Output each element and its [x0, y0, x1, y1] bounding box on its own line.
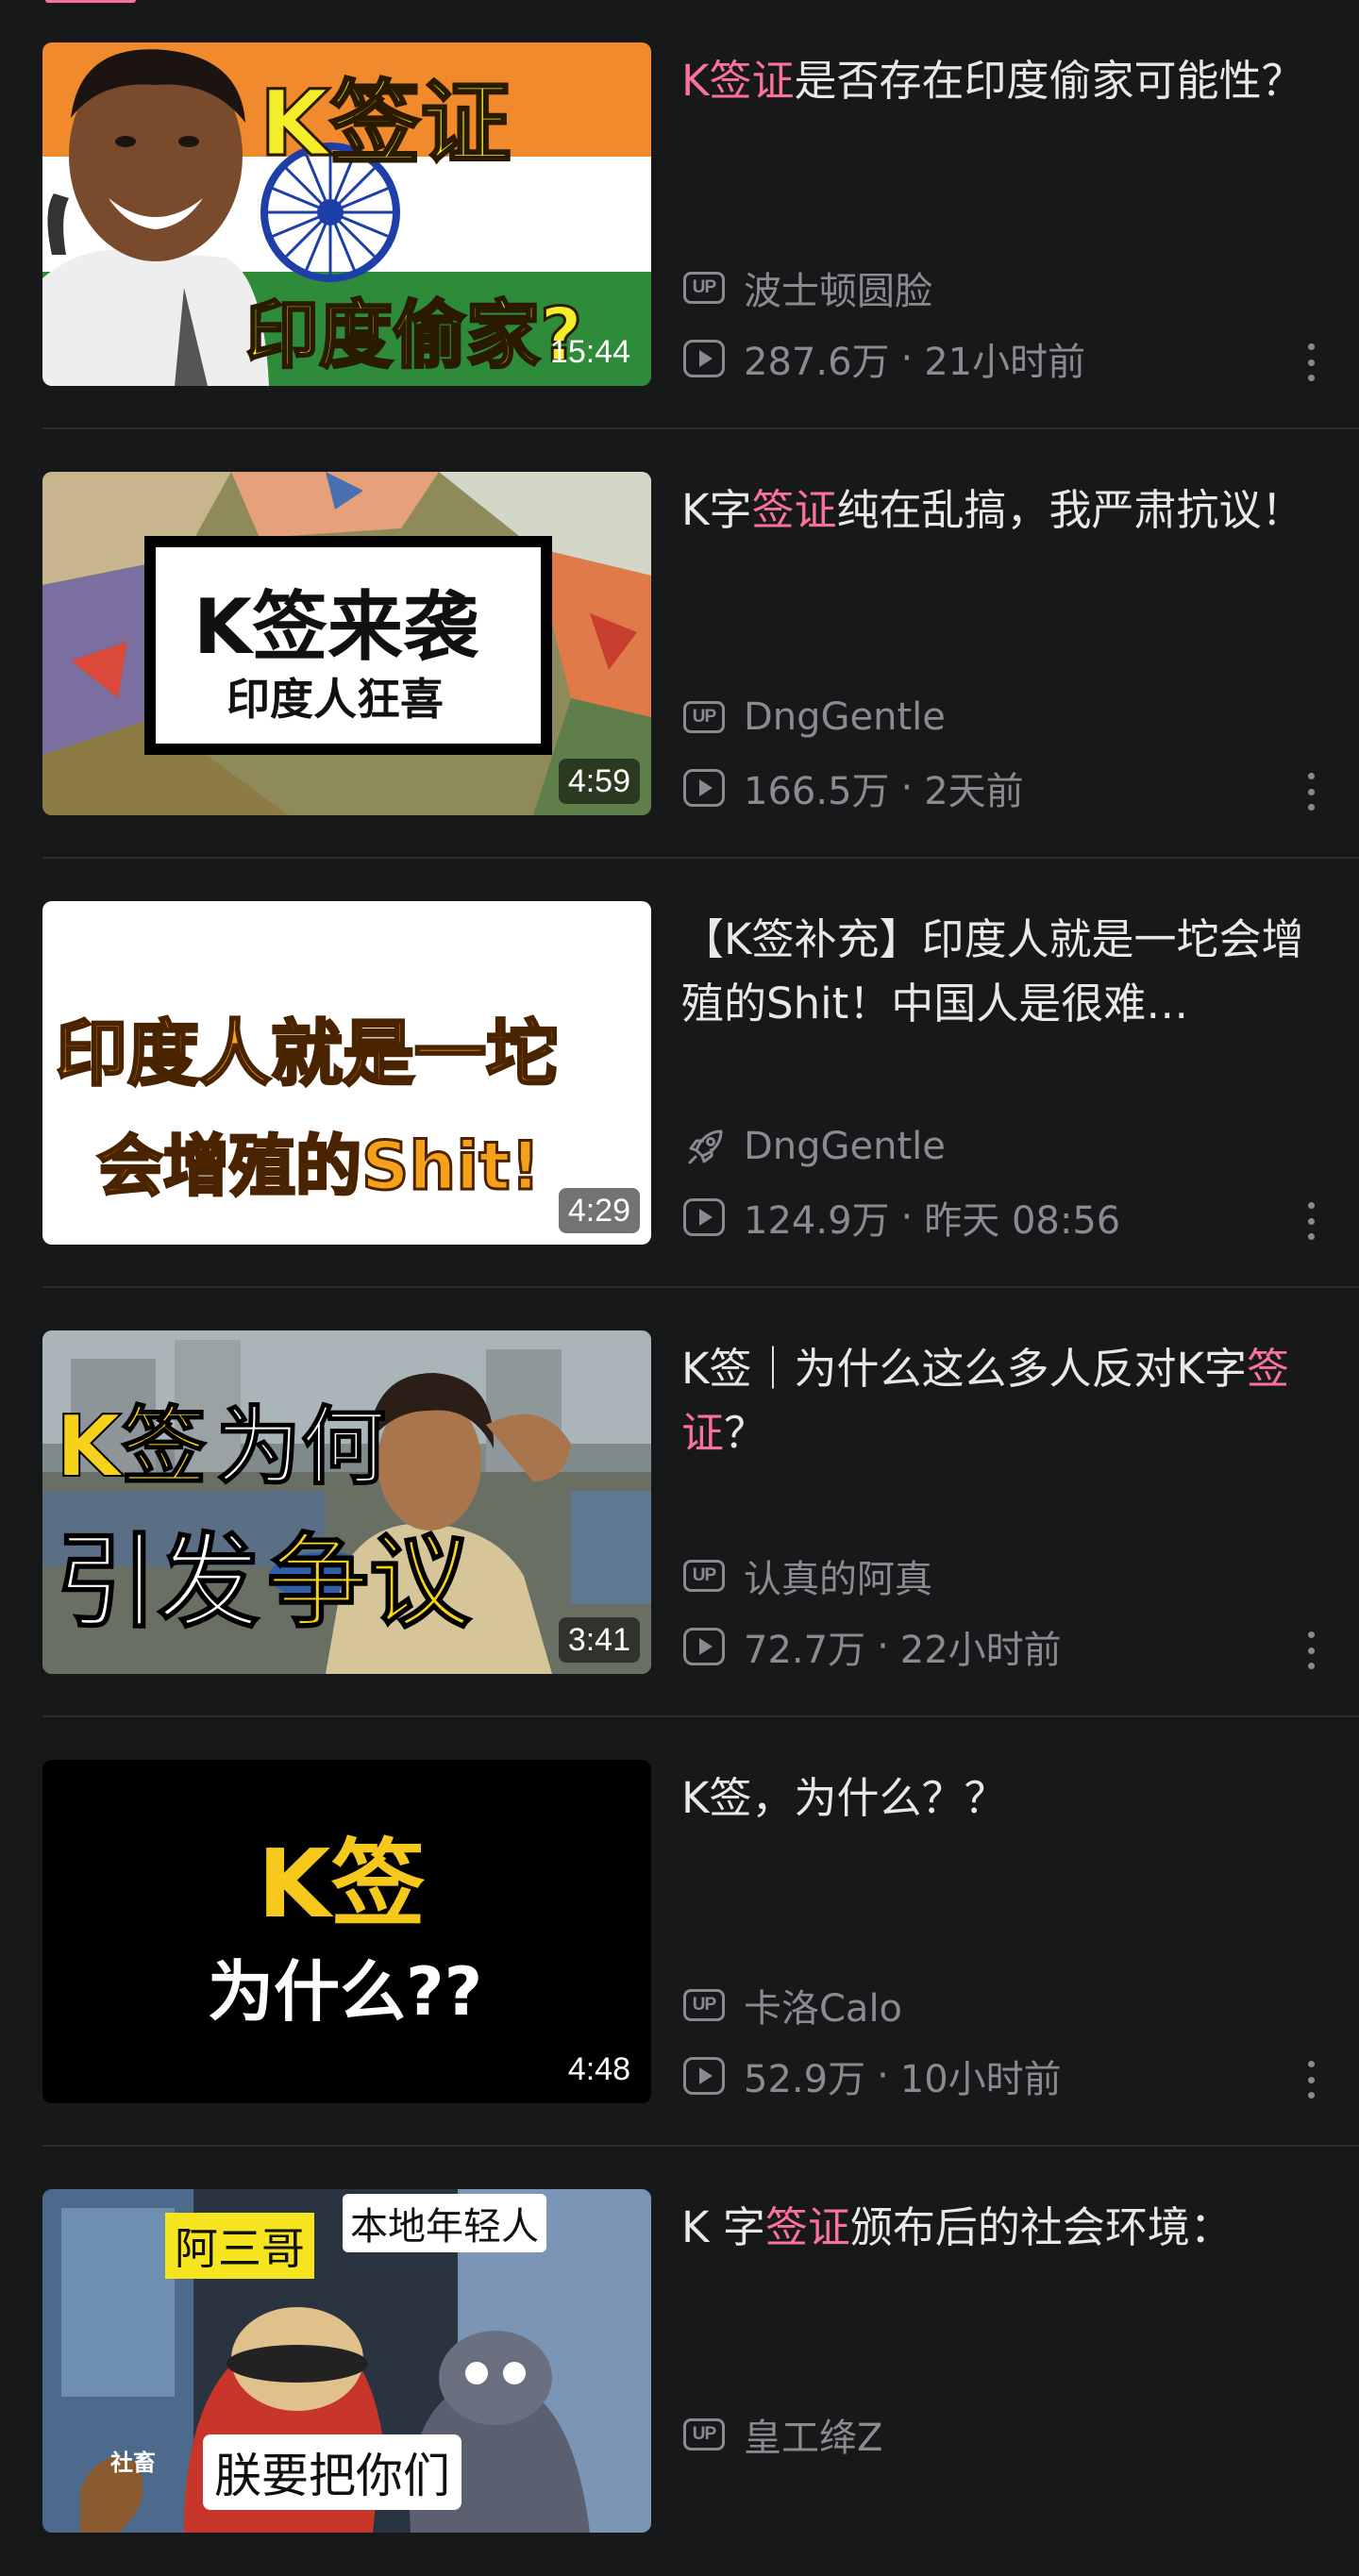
publish-time: 21小时前 — [924, 341, 1086, 384]
video-duration: 4:59 — [558, 759, 640, 804]
video-thumbnail[interactable]: K签 为何 引发 争议 3:41 — [42, 1330, 651, 1674]
uploader-row[interactable]: UP 皇工绛Z — [683, 2412, 882, 2460]
play-count-icon — [683, 1198, 725, 1236]
video-thumbnail[interactable]: 阿三哥 本地年轻人 朕要把你们 社畜 — [42, 2189, 651, 2533]
uploader-name: 认真的阿真 — [744, 1558, 932, 1601]
video-title[interactable]: K签证是否存在印度偷家可能性？ — [681, 49, 1323, 113]
up-icon: UP — [683, 1989, 725, 2021]
uploader-row[interactable]: UP DngGentle — [683, 694, 946, 740]
video-card[interactable]: K签 为什么?? 4:48 K签，为什么？？ UP 卡洛Calo 52.9万 ·… — [0, 1717, 1359, 2147]
uploader-row[interactable]: DngGentle — [683, 1124, 946, 1169]
up-icon: UP — [683, 1560, 725, 1592]
more-options-icon[interactable] — [1306, 773, 1316, 811]
stats-row: 287.6万 · 21小时前 — [683, 336, 1085, 384]
video-duration: 3:41 — [558, 1617, 640, 1663]
thumbnail-caption: 争议 — [266, 1523, 472, 1643]
video-thumbnail[interactable]: K签证 印度偷家? 15:44 — [42, 42, 651, 386]
video-card[interactable]: 印度人就是一坨 会增殖的Shit! 4:29 【K签补充】印度人就是一坨会增殖的… — [0, 859, 1359, 1288]
uploader-name: DngGentle — [744, 1125, 946, 1168]
thumbnail-caption: 阿三哥 — [165, 2213, 314, 2279]
up-icon: UP — [683, 2418, 725, 2451]
video-title[interactable]: K签，为什么？？ — [681, 1766, 1323, 1831]
publish-time: 22小时前 — [899, 1629, 1062, 1672]
stats-row: 166.5万 · 2天前 — [683, 765, 1024, 813]
video-duration: 15:44 — [549, 334, 630, 370]
title-highlight: K签证 — [681, 56, 795, 106]
stats-row: 72.7万 · 22小时前 — [683, 1624, 1062, 1672]
view-count: 52.9万 — [744, 2058, 866, 2101]
play-count-icon — [683, 340, 725, 377]
separator: · — [877, 2054, 889, 2098]
thumbnail-caption: 为什么?? — [208, 1953, 483, 2031]
title-text: 纯在乱搞，我严肃抗议！ — [836, 485, 1304, 535]
video-card[interactable]: K签证 印度偷家? 15:44 K签证是否存在印度偷家可能性？ UP 波士顿圆脸… — [0, 0, 1359, 429]
uploader-name: DngGentle — [744, 695, 946, 739]
thumbnail-caption: K签来袭 — [193, 583, 478, 671]
separator: · — [877, 1625, 889, 1668]
view-count: 166.5万 — [744, 770, 890, 813]
video-duration: 4:29 — [558, 1188, 640, 1233]
video-card[interactable]: K签来袭 印度人狂喜 4:59 K字签证纯在乱搞，我严肃抗议！ UP DngGe… — [0, 429, 1359, 859]
title-text: ？ — [724, 1408, 767, 1458]
video-thumbnail[interactable]: 印度人就是一坨 会增殖的Shit! 4:29 — [42, 901, 651, 1245]
play-count-icon — [683, 769, 725, 807]
thumbnail-caption: K签证 — [258, 70, 512, 178]
title-text: K签｜为什么这么多人反对K字 — [681, 1344, 1248, 1394]
view-count: 72.7万 — [744, 1629, 866, 1672]
uploader-name: 波士顿圆脸 — [744, 270, 932, 313]
title-text: 是否存在印度偷家可能性？ — [794, 56, 1304, 106]
publish-time: 昨天 08:56 — [924, 1199, 1121, 1243]
video-title[interactable]: K签｜为什么这么多人反对K字签证？ — [681, 1337, 1323, 1465]
stats-row: 124.9万 · 昨天 08:56 — [683, 1195, 1120, 1243]
thumbnail-caption: 本地年轻人 — [343, 2194, 546, 2252]
thumbnail-caption: K签 — [55, 1397, 208, 1497]
thumbnail-caption: 引发 — [55, 1523, 260, 1643]
title-highlight: 签证 — [764, 2202, 850, 2252]
uploader-row[interactable]: UP 卡洛Calo — [683, 1982, 902, 2031]
video-thumbnail[interactable]: K签来袭 印度人狂喜 4:59 — [42, 472, 651, 815]
up-icon: UP — [683, 272, 725, 304]
thumbnail-caption: 印度人就是一坨 — [55, 1011, 560, 1097]
more-options-icon[interactable] — [1306, 1202, 1316, 1240]
thumbnail-caption: 朕要把你们 — [203, 2434, 461, 2510]
separator: · — [900, 337, 914, 380]
thumbnail-caption: K签 — [258, 1829, 426, 1939]
uploader-row[interactable]: UP 波士顿圆脸 — [683, 265, 932, 313]
video-title[interactable]: K字签证纯在乱搞，我严肃抗议！ — [681, 478, 1323, 543]
separator: · — [900, 766, 914, 810]
up-icon: UP — [683, 701, 725, 733]
thumbnail-caption: 会增殖的Shit! — [96, 1127, 543, 1207]
separator: · — [900, 1196, 914, 1239]
title-text: 颁布后的社会环境： — [849, 2202, 1233, 2252]
video-duration: 4:48 — [567, 2051, 630, 2087]
title-text: K字 — [681, 485, 752, 535]
play-count-icon — [683, 2057, 725, 2095]
more-options-icon[interactable] — [1306, 343, 1316, 381]
title-text: 【K签补充】印度人就是一坨会增殖的Shit！中国人是很难… — [681, 914, 1304, 1029]
uploader-name: 卡洛Calo — [744, 1987, 903, 2031]
title-highlight: 签证 — [751, 485, 837, 535]
uploader-name: 皇工绛Z — [744, 2417, 883, 2460]
title-text: K签，为什么？？ — [681, 1773, 1007, 1823]
stats-row: 52.9万 · 10小时前 — [683, 2053, 1062, 2101]
view-count: 124.9万 — [744, 1199, 890, 1243]
view-count: 287.6万 — [744, 341, 890, 384]
video-thumbnail[interactable]: K签 为什么?? 4:48 — [42, 1760, 651, 2103]
thumbnail-caption: 印度人狂喜 — [226, 674, 444, 725]
thumbnail-caption: 印度偷家? — [243, 293, 583, 380]
play-count-icon — [683, 1628, 725, 1665]
thumbnail-caption: 为何 — [215, 1397, 387, 1497]
more-options-icon[interactable] — [1306, 2061, 1316, 2099]
video-card[interactable]: K签 为何 引发 争议 3:41 K签｜为什么这么多人反对K字签证？ UP 认真… — [0, 1288, 1359, 1717]
uploader-row[interactable]: UP 认真的阿真 — [683, 1553, 932, 1601]
title-text: K 字 — [681, 2202, 765, 2252]
publish-time: 10小时前 — [899, 2058, 1062, 2101]
publish-time: 2天前 — [924, 770, 1024, 813]
video-title[interactable]: K 字签证颁布后的社会环境： — [681, 2196, 1323, 2260]
video-title[interactable]: 【K签补充】印度人就是一坨会增殖的Shit！中国人是很难… — [681, 908, 1323, 1036]
more-options-icon[interactable] — [1306, 1631, 1316, 1669]
video-card[interactable]: 阿三哥 本地年轻人 朕要把你们 社畜 K 字签证颁布后的社会环境： UP 皇工绛… — [0, 2147, 1359, 2576]
rocket-icon — [688, 1129, 723, 1164]
